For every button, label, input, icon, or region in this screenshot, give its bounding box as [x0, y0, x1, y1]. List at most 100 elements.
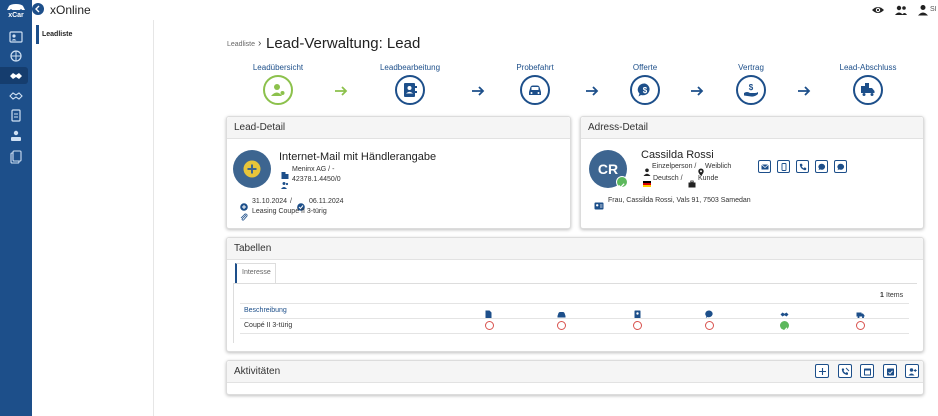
contact-gender: Weiblich — [705, 163, 732, 170]
car-logo-icon — [7, 4, 25, 12]
arrow-right-icon — [334, 84, 348, 96]
status-not-done-icon — [485, 321, 494, 330]
breadcrumb-separator: › — [258, 38, 262, 49]
contact-role: Kunde — [698, 175, 719, 182]
lead-company: Meninx AG / - — [292, 166, 335, 173]
person-icon — [643, 163, 651, 176]
contact-person-type: Einzelperson / — [652, 163, 697, 170]
document-icon — [484, 306, 494, 319]
globe-icon[interactable] — [8, 49, 24, 63]
svg-text:$: $ — [749, 83, 754, 92]
step-leadbearbeitung[interactable] — [395, 75, 425, 105]
lead-detail-title: Lead-Detail — [234, 122, 286, 133]
briefcase-icon — [688, 175, 696, 188]
calendar-icon — [863, 368, 871, 375]
contacts-icon[interactable] — [8, 30, 24, 44]
user-pin-icon — [271, 84, 285, 96]
truck-box-icon — [861, 83, 875, 96]
paperclip-icon — [240, 208, 248, 221]
items-count: 1 — [880, 292, 884, 299]
location-pin-icon — [697, 163, 705, 176]
logo-text: xCar — [8, 12, 24, 19]
dollar-bubble-icon: $ — [637, 83, 650, 97]
building-icon — [281, 166, 289, 179]
step-lead-abschluss[interactable] — [853, 75, 883, 105]
message-button[interactable] — [834, 160, 847, 173]
car-icon — [557, 306, 567, 318]
truck-box-icon — [856, 306, 866, 319]
row-description: Coupé II 3-türig — [244, 322, 293, 329]
lead-number: 42378.1.4450/0 — [292, 176, 341, 183]
app-title: xOnline — [50, 3, 91, 17]
contact-book-icon — [404, 83, 417, 97]
step-offerte[interactable]: $ — [630, 75, 660, 105]
calendar-check-icon — [886, 368, 894, 375]
step-probefahrt[interactable] — [520, 75, 550, 105]
step-label-leaduebersicht[interactable]: Leadübersicht — [223, 63, 333, 72]
calendar-check-button[interactable] — [883, 364, 897, 378]
plus-circle-icon — [240, 198, 248, 211]
handshake-icon[interactable] — [8, 69, 24, 83]
date-separator: / — [290, 198, 292, 205]
call-transfer-icon — [841, 367, 849, 375]
arrow-right-icon — [797, 84, 811, 96]
people-icon — [281, 176, 289, 189]
add-activity-button[interactable] — [815, 364, 829, 378]
add-user-icon — [908, 367, 917, 375]
user-icon[interactable] — [916, 3, 930, 17]
calendar-button[interactable] — [860, 364, 874, 378]
lead-date-due: 06.11.2024 — [309, 198, 344, 205]
step-label-vertrag[interactable]: Vertrag — [696, 63, 806, 72]
table-row-bottom-line — [240, 333, 909, 334]
files-icon[interactable] — [8, 150, 24, 164]
mobile-button[interactable] — [777, 160, 790, 173]
mail-button[interactable] — [758, 160, 771, 173]
user-initials[interactable]: SI — [930, 6, 937, 13]
status-not-done-icon — [633, 321, 642, 330]
message-icon — [836, 163, 844, 170]
xcar-logo: xCar — [3, 2, 29, 20]
add-user-button[interactable] — [905, 364, 919, 378]
users-icon[interactable] — [894, 3, 908, 17]
left-nav — [32, 20, 154, 416]
chat-button[interactable] — [815, 160, 828, 173]
leftnav-item-leadliste[interactable]: Leadliste — [42, 31, 72, 38]
page-title: Lead-Verwaltung: Lead — [266, 35, 421, 52]
status-done-icon — [780, 321, 789, 333]
phone-icon — [799, 163, 806, 170]
handshake-outline-icon[interactable] — [8, 89, 24, 103]
breadcrumb-leadliste[interactable]: Leadliste — [227, 41, 255, 48]
hand-money-icon: $ — [744, 83, 758, 97]
add-icon — [818, 367, 826, 375]
person-desk-icon[interactable] — [8, 129, 24, 143]
collapse-sidebar-button[interactable] — [32, 3, 44, 15]
verified-check-icon — [616, 176, 628, 189]
column-header-beschreibung[interactable]: Beschreibung — [244, 307, 287, 314]
step-label-offerte[interactable]: Offerte — [590, 63, 700, 72]
svg-text:$: $ — [643, 86, 648, 95]
adress-detail-title: Adress-Detail — [588, 122, 649, 133]
adress-detail-card: Adress-Detail — [580, 116, 924, 229]
step-vertrag[interactable]: $ — [736, 75, 766, 105]
tab-interesse[interactable]: Interesse — [235, 263, 276, 283]
call-activity-button[interactable] — [838, 364, 852, 378]
app-rail: xCar — [0, 0, 32, 416]
lead-interest: Leasing Coupé II 3-türig — [252, 208, 327, 215]
mail-icon — [760, 163, 769, 169]
step-label-lead-abschluss[interactable]: Lead-Abschluss — [813, 63, 923, 72]
step-label-probefahrt[interactable]: Probefahrt — [480, 63, 590, 72]
address-card-icon — [594, 197, 604, 210]
dollar-bubble-icon — [705, 306, 715, 318]
eye-icon[interactable] — [871, 3, 885, 17]
table-header-bottom-line — [240, 318, 909, 319]
step-leaduebersicht[interactable] — [263, 75, 293, 105]
items-count-label: Items — [886, 292, 904, 299]
tab-divider — [233, 283, 917, 284]
tabellen-title: Tabellen — [234, 243, 272, 254]
documents-icon[interactable] — [8, 109, 24, 123]
phone-button[interactable] — [796, 160, 809, 173]
arrow-right-icon — [471, 84, 485, 96]
step-label-leadbearbeitung[interactable]: Leadbearbeitung — [355, 63, 465, 72]
tabellen-card: Tabellen — [226, 237, 924, 352]
contact-language: Deutsch / — [653, 175, 683, 182]
